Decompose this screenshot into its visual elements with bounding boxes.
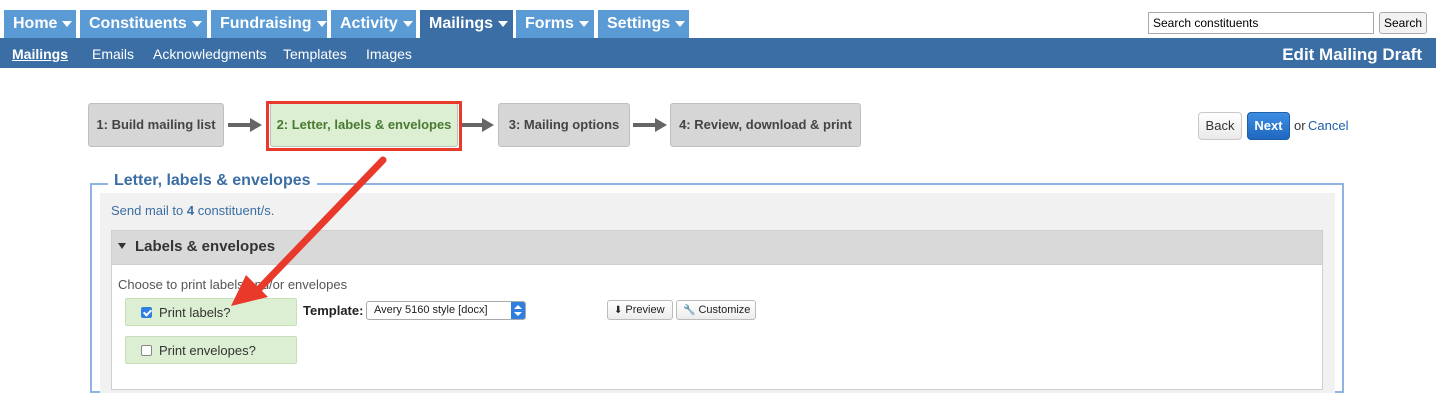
send-suffix: constituent/s. bbox=[194, 203, 275, 218]
subnav-item-images[interactable]: Images bbox=[366, 46, 412, 62]
choose-instruction: Choose to print labels and/or envelopes bbox=[118, 277, 348, 292]
caret-down-icon bbox=[62, 20, 73, 27]
customize-button[interactable]: 🔧 Customize bbox=[676, 300, 756, 320]
nav-tab-label: Settings bbox=[607, 15, 671, 32]
nav-tab-label: Mailings bbox=[429, 15, 494, 32]
step-arrow-icon bbox=[633, 118, 667, 132]
nav-tab-home[interactable]: Home bbox=[4, 10, 76, 38]
nav-tab-label: Constituents bbox=[89, 15, 187, 32]
send-mail-text: Send mail to 4 constituent/s. bbox=[111, 203, 274, 218]
nav-tab-label: Forms bbox=[525, 15, 574, 32]
panel-legend: Letter, labels & envelopes bbox=[108, 172, 317, 190]
step-arrow-icon bbox=[462, 118, 494, 132]
wizard-step-1[interactable]: 1: Build mailing list bbox=[88, 103, 224, 147]
cancel-link[interactable]: Cancel bbox=[1308, 118, 1348, 133]
sub-navigation: Mailings Emails Acknowledgments Template… bbox=[0, 38, 1436, 68]
section-title: Labels & envelopes bbox=[135, 238, 276, 255]
subnav-item-mailings[interactable]: Mailings bbox=[12, 46, 68, 62]
subnav-item-templates[interactable]: Templates bbox=[283, 46, 347, 62]
step-highlight-box bbox=[266, 101, 462, 151]
print-labels-label: Print labels? bbox=[159, 305, 231, 320]
nav-tab-forms[interactable]: Forms bbox=[516, 10, 594, 38]
preview-label: Preview bbox=[625, 304, 665, 316]
caret-down-icon bbox=[578, 20, 589, 27]
send-prefix: Send mail to bbox=[111, 203, 187, 218]
print-labels-checkbox[interactable] bbox=[141, 307, 152, 318]
wizard-step-4[interactable]: 4: Review, download & print bbox=[670, 103, 861, 147]
subnav-item-emails[interactable]: Emails bbox=[92, 46, 134, 62]
section-header[interactable] bbox=[112, 231, 1322, 265]
nav-tab-label: Activity bbox=[340, 15, 398, 32]
template-value: Avery 5160 style [docx] bbox=[374, 304, 488, 316]
nav-tab-label: Home bbox=[13, 15, 58, 32]
step-arrow-icon bbox=[228, 118, 262, 132]
template-select[interactable]: Avery 5160 style [docx] bbox=[366, 301, 526, 320]
print-envelopes-label: Print envelopes? bbox=[159, 343, 256, 358]
search-input[interactable] bbox=[1148, 12, 1374, 34]
select-arrows-icon bbox=[511, 302, 525, 319]
top-navigation: Home Constituents Fundraising Activity M… bbox=[0, 0, 1436, 38]
collapse-triangle-icon[interactable] bbox=[118, 243, 126, 249]
wrench-icon: 🔧 bbox=[683, 305, 696, 316]
caret-down-icon bbox=[675, 20, 686, 27]
download-icon: ⬇ bbox=[614, 305, 623, 316]
nav-tab-constituents[interactable]: Constituents bbox=[80, 10, 207, 38]
nav-tab-label: Fundraising bbox=[220, 15, 312, 32]
print-envelopes-checkbox[interactable] bbox=[141, 345, 152, 356]
caret-down-icon bbox=[316, 20, 327, 27]
page-title: Edit Mailing Draft bbox=[1282, 45, 1422, 64]
back-button[interactable]: Back bbox=[1198, 112, 1242, 140]
next-button[interactable]: Next bbox=[1247, 112, 1290, 140]
caret-down-icon bbox=[498, 20, 509, 27]
preview-button[interactable]: ⬇ Preview bbox=[607, 300, 673, 320]
template-label: Template: bbox=[303, 303, 364, 318]
nav-tab-fundraising[interactable]: Fundraising bbox=[211, 10, 327, 38]
customize-label: Customize bbox=[698, 304, 751, 316]
caret-down-icon bbox=[191, 20, 202, 27]
nav-tab-mailings[interactable]: Mailings bbox=[420, 10, 513, 38]
wizard-step-3[interactable]: 3: Mailing options bbox=[498, 103, 630, 147]
caret-down-icon bbox=[402, 20, 413, 27]
or-text: or bbox=[1294, 118, 1306, 133]
subnav-item-acknowledgments[interactable]: Acknowledgments bbox=[153, 46, 267, 62]
search-button[interactable]: Search bbox=[1379, 12, 1427, 34]
nav-tab-activity[interactable]: Activity bbox=[331, 10, 416, 38]
nav-tab-settings[interactable]: Settings bbox=[598, 10, 689, 38]
